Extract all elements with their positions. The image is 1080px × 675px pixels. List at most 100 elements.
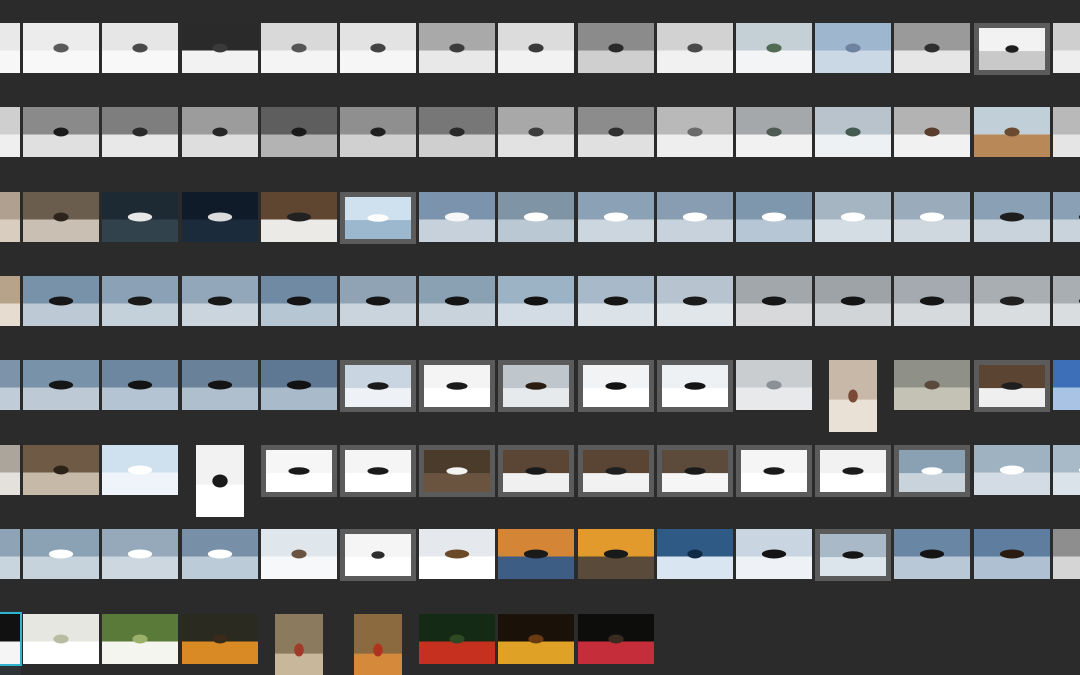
grid-cell[interactable] xyxy=(101,20,179,104)
grid-cell[interactable] xyxy=(101,273,179,357)
grid-cell[interactable] xyxy=(577,273,655,357)
grid-cell[interactable] xyxy=(260,611,338,675)
photo-thumbnail-eagle-lake-blue[interactable] xyxy=(973,529,1050,579)
photo-thumbnail-eagle-banking[interactable] xyxy=(577,276,654,326)
grid-cell[interactable] xyxy=(497,442,575,526)
grid-cell[interactable] xyxy=(1052,442,1080,526)
grid-cell[interactable] xyxy=(656,20,734,104)
grid-cell[interactable] xyxy=(973,189,1051,273)
photo-thumbnail-lone-tree-snow[interactable] xyxy=(102,23,179,73)
photo-thumbnail-snowy-shipwreck[interactable] xyxy=(1052,107,1080,157)
grid-cell[interactable] xyxy=(893,104,971,188)
grid-cell[interactable] xyxy=(814,273,892,357)
photo-thumbnail-cranes-dark-forest[interactable] xyxy=(102,192,179,242)
photo-thumbnail-daisy-field[interactable] xyxy=(102,614,179,664)
grid-cell[interactable] xyxy=(497,20,575,104)
grid-cell[interactable] xyxy=(260,189,338,273)
grid-cell[interactable] xyxy=(339,273,417,357)
grid-cell[interactable] xyxy=(814,20,892,104)
photo-thumbnail-eagle-blue-water[interactable] xyxy=(894,529,971,579)
photo-thumbnail-swan-take-off[interactable] xyxy=(23,529,100,579)
grid-cell[interactable] xyxy=(418,104,496,188)
photo-thumbnail-eagle-partial[interactable] xyxy=(0,276,20,326)
photo-thumbnail-swan-partial[interactable] xyxy=(0,529,20,579)
grid-cell[interactable] xyxy=(735,20,813,104)
photo-thumbnail-eagle-far[interactable] xyxy=(973,276,1050,326)
photo-thumbnail-crane-dark-forest[interactable] xyxy=(419,445,496,497)
grid-cell[interactable] xyxy=(260,442,338,526)
photo-thumbnail-owl-partial[interactable] xyxy=(0,192,20,242)
grid-cell[interactable] xyxy=(893,273,971,357)
grid-cell[interactable] xyxy=(418,189,496,273)
photo-thumbnail-autumn-grass-barn[interactable] xyxy=(973,107,1050,157)
photo-thumbnail-swans-lake-mountains[interactable] xyxy=(419,192,496,242)
grid-cell[interactable] xyxy=(101,104,179,188)
photo-thumbnail-swans-flapping[interactable] xyxy=(102,529,179,579)
grid-cell[interactable] xyxy=(1052,189,1080,273)
photo-thumbnail-eagle-blue-matted[interactable] xyxy=(340,360,416,412)
photo-thumbnail-icy-rocks-coast[interactable] xyxy=(181,107,258,157)
photo-thumbnail-ice-floe-sea[interactable] xyxy=(419,107,496,157)
grid-cell[interactable] xyxy=(497,189,575,273)
grid-cell[interactable] xyxy=(260,273,338,357)
photo-thumbnail-eagle-landing-water[interactable] xyxy=(23,360,100,410)
photo-thumbnail-monkeys-hot-spring[interactable] xyxy=(894,360,971,410)
grid-cell[interactable] xyxy=(577,526,655,610)
photo-thumbnail-lone-tree-snow[interactable] xyxy=(23,23,100,73)
grid-cell[interactable] xyxy=(735,273,813,357)
photo-thumbnail-orange-butterfly[interactable] xyxy=(181,614,258,664)
photo-thumbnail-eagle-partial[interactable] xyxy=(0,360,20,410)
grid-cell[interactable] xyxy=(973,20,1051,104)
photo-thumbnail-swan-landing-water[interactable] xyxy=(498,192,575,242)
photo-thumbnail-cranes-forest-snow[interactable] xyxy=(577,445,654,497)
grid-cell[interactable] xyxy=(814,526,892,610)
photo-thumbnail-crane-jump-white[interactable] xyxy=(736,445,812,497)
photo-thumbnail-eagle-splash[interactable] xyxy=(260,276,337,326)
grid-cell[interactable] xyxy=(973,104,1051,188)
photo-thumbnail-eagle-splash-big[interactable] xyxy=(260,360,337,410)
photo-thumbnail-eagle-white-sky-2[interactable] xyxy=(656,360,733,412)
grid-cell[interactable] xyxy=(577,20,655,104)
grid-cell[interactable] xyxy=(656,357,734,441)
grid-cell[interactable] xyxy=(497,526,575,610)
grid-cell[interactable] xyxy=(0,357,21,441)
photo-thumbnail-rocky-shore-dark[interactable] xyxy=(260,107,337,157)
grid-cell[interactable] xyxy=(1052,526,1080,610)
grid-cell[interactable] xyxy=(893,20,971,104)
grid-cell[interactable] xyxy=(0,20,21,104)
photo-thumbnail-frosted-branches[interactable] xyxy=(260,529,337,579)
grid-cell[interactable] xyxy=(893,526,971,610)
photo-thumbnail-snowy-coast-bw[interactable] xyxy=(577,107,654,157)
photo-thumbnail-eagle-glide[interactable] xyxy=(498,276,575,326)
photo-thumbnail-snowy-hillside[interactable] xyxy=(736,107,812,157)
grid-cell[interactable] xyxy=(497,273,575,357)
grid-cell[interactable] xyxy=(260,357,338,441)
grid-cell[interactable] xyxy=(22,357,100,441)
grid-cell[interactable] xyxy=(497,611,575,675)
grid-cell[interactable] xyxy=(656,273,734,357)
photo-thumbnail-eagle-strike[interactable] xyxy=(102,360,179,410)
grid-cell[interactable] xyxy=(418,611,496,675)
photo-thumbnail-swans-taking-off[interactable] xyxy=(577,192,654,242)
photo-thumbnail-crane-flight-night[interactable] xyxy=(181,192,258,242)
photo-thumbnail-blue-partial[interactable] xyxy=(1052,360,1080,410)
grid-cell[interactable] xyxy=(497,357,575,441)
photo-thumbnail-eagle-sunset-sea[interactable] xyxy=(498,529,575,579)
grid-cell[interactable] xyxy=(181,104,259,188)
photo-thumbnail-yellow-maple-dark[interactable] xyxy=(498,614,575,664)
grid-cell[interactable] xyxy=(973,357,1051,441)
photo-thumbnail-swan-partial[interactable] xyxy=(1052,445,1080,495)
photo-thumbnail-eagle-partial[interactable] xyxy=(1052,276,1080,326)
photo-thumbnail-red-leaves-dark[interactable] xyxy=(577,614,654,664)
grid-cell[interactable] xyxy=(22,273,100,357)
photo-thumbnail-swans-group-water[interactable] xyxy=(894,445,971,497)
grid-cell[interactable] xyxy=(339,611,417,675)
photo-thumbnail-eagle-talons-water[interactable] xyxy=(102,276,179,326)
photo-thumbnail-winter-woods-color[interactable] xyxy=(815,107,892,157)
photo-thumbnail-eagle-snow-shore[interactable] xyxy=(419,529,496,579)
grid-cell[interactable] xyxy=(339,20,417,104)
photo-thumbnail-eagle-white-bg[interactable] xyxy=(419,360,496,412)
grid-cell[interactable] xyxy=(735,357,813,441)
photo-thumbnail-winter-trees-bw[interactable] xyxy=(577,23,654,73)
grid-cell[interactable] xyxy=(22,20,100,104)
